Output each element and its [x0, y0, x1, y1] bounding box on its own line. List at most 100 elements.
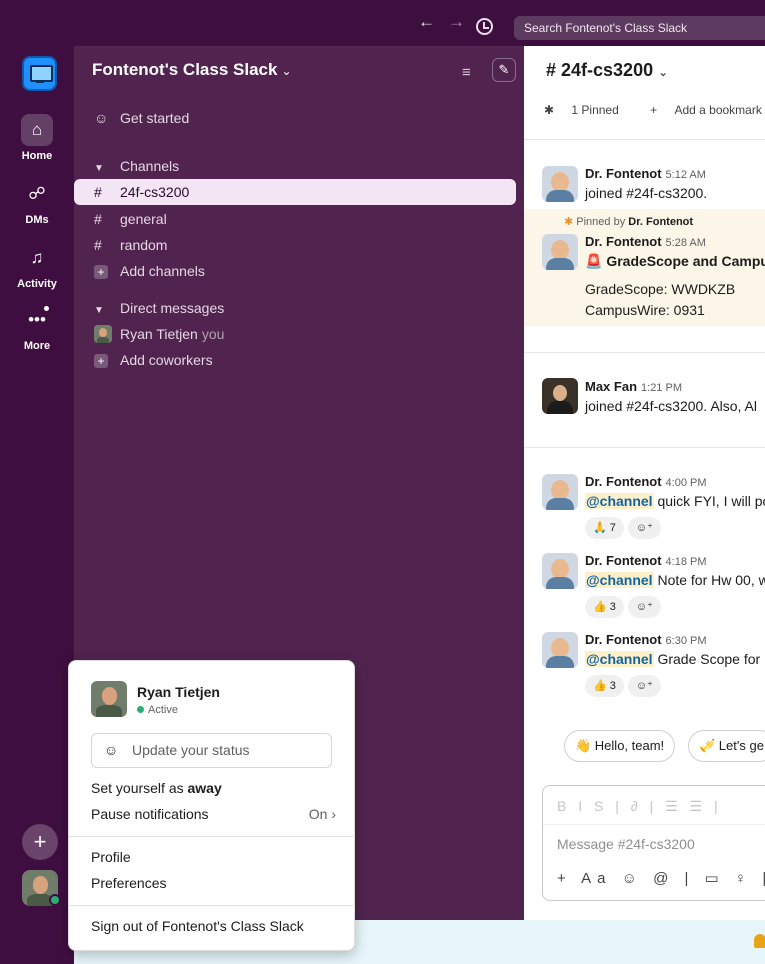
pinned-button[interactable]: ✱ 1 Pinned: [544, 103, 633, 117]
message-author: Dr. Fontenot 4:18 PM: [585, 553, 707, 568]
workspace-name: Fontenot's Class Slack: [92, 60, 278, 79]
avatar-image: [542, 553, 578, 589]
dm-user-label: Ryan Tietjen: [120, 326, 198, 342]
format-toolbar[interactable]: B I S | ∂ | ☰ ☰ |: [557, 798, 722, 815]
plus-icon: +: [650, 103, 661, 117]
plus-icon: +: [94, 354, 108, 368]
channel-item-random[interactable]: # random: [74, 232, 516, 258]
day-divider: [524, 447, 765, 448]
bell-icon[interactable]: [754, 934, 765, 948]
add-bookmark-button[interactable]: + Add a bookmark: [650, 103, 765, 117]
composer-tools[interactable]: + Aa ☺ @ | ▭ ♀ | [: [557, 869, 765, 887]
reaction-button[interactable]: 🙏 7: [585, 517, 624, 539]
avatar-image: [91, 681, 127, 717]
suggestion-chip-hello[interactable]: 👋 Hello, team!: [564, 730, 676, 762]
message-composer[interactable]: B I S | ∂ | ☰ ☰ | Message #24f-cs3200 + …: [542, 785, 765, 901]
avatar: [94, 325, 112, 343]
rail-dms[interactable]: ☍ DMs: [0, 178, 74, 226]
get-started-item[interactable]: ☺ Get started: [74, 105, 516, 131]
message-title: 🚨 GradeScope and Campus: [585, 253, 765, 270]
message-time: 6:30 PM: [665, 635, 707, 647]
avatar: [542, 166, 578, 202]
add-reaction-icon[interactable]: ☺⁺: [627, 517, 661, 539]
add-channels-button[interactable]: + Add channels: [74, 258, 516, 284]
forward-arrow-icon[interactable]: →: [448, 13, 465, 31]
message-body: Grade Scope for N: [657, 651, 765, 667]
suggestion-chip-lets-go[interactable]: 🎺 Let's ge: [688, 730, 765, 762]
user-menu-popover: Ryan Tietjen Active ☺ Update your status …: [68, 660, 355, 951]
avatar-image: [542, 378, 578, 414]
message-text: @channel Grade Scope for N: [585, 651, 765, 667]
back-arrow-icon[interactable]: ←: [418, 13, 435, 31]
sign-out-item[interactable]: Sign out of Fontenot's Class Slack: [91, 918, 336, 934]
message-author: Dr. Fontenot 5:12 AM: [585, 166, 706, 181]
reaction-button[interactable]: 👍 3: [585, 596, 624, 618]
rail-more[interactable]: ••• More: [0, 304, 74, 352]
history-clock-icon[interactable]: [476, 18, 493, 35]
channel-item-general[interactable]: # general: [74, 206, 516, 232]
dms-icon: ☍: [28, 184, 46, 203]
thumbs-up-icon: 👍: [593, 680, 607, 692]
workspace-logo-icon[interactable]: [22, 56, 57, 91]
smiley-icon: ☺: [94, 110, 109, 126]
compose-icon[interactable]: ✎: [492, 58, 516, 82]
pause-notifications-state: On ›: [308, 806, 336, 822]
menu-divider: [69, 836, 354, 837]
pause-notifications-item[interactable]: Pause notifications On ›: [91, 806, 336, 822]
avatar-image: [542, 166, 578, 202]
home-icon: ⌂: [21, 114, 53, 146]
hash-icon: #: [94, 211, 102, 227]
workspace-name-button[interactable]: Fontenot's Class Slack ⌄: [92, 60, 292, 80]
add-reaction-icon[interactable]: ☺⁺: [627, 675, 661, 697]
reaction-count: 3: [609, 680, 616, 692]
message-author: Dr. Fontenot 4:00 PM: [585, 474, 707, 489]
avatar: [542, 553, 578, 589]
reactions: 👍 3 ☺⁺: [585, 675, 665, 697]
channels-section-toggle[interactable]: ▼ Channels: [74, 153, 516, 179]
channel-mention[interactable]: @channel: [585, 493, 654, 509]
you-label: you: [201, 326, 225, 342]
message-time: 4:00 PM: [665, 477, 707, 489]
avatar-image: [542, 474, 578, 510]
author-name: Dr. Fontenot: [585, 166, 662, 181]
pause-notifications-label: Pause notifications: [91, 806, 209, 822]
reactions: 🙏 7 ☺⁺: [585, 517, 665, 539]
message-body: quick FYI, I will po: [657, 493, 765, 509]
add-coworkers-label: Add coworkers: [120, 352, 213, 368]
add-workspace-button[interactable]: +: [22, 824, 58, 860]
set-away-item[interactable]: Set yourself as away: [91, 780, 336, 796]
thumbs-up-icon: 👍: [593, 601, 607, 613]
pin-icon: ✱: [564, 216, 577, 228]
avatar: [542, 632, 578, 668]
message-author: Max Fan 1:21 PM: [585, 379, 682, 394]
rail-activity[interactable]: ♫ Activity: [0, 242, 74, 290]
message-text: @channel quick FYI, I will po: [585, 493, 765, 509]
avatar: [542, 474, 578, 510]
channel-item-24f-cs3200[interactable]: #24f-cs3200: [74, 179, 516, 205]
channel-title-button[interactable]: # 24f-cs3200 ⌄: [546, 60, 668, 81]
rail-home[interactable]: ⌂ Home: [0, 114, 74, 162]
message-author: Dr. Fontenot 5:28 AM: [585, 234, 706, 249]
message-text: CampusWire: 0931: [585, 302, 705, 318]
hash-icon: #: [94, 184, 102, 200]
preferences-item[interactable]: Preferences: [91, 875, 336, 891]
author-name: Dr. Fontenot: [585, 632, 662, 647]
author-name: Dr. Fontenot: [585, 234, 662, 249]
channel-mention[interactable]: @channel: [585, 572, 654, 588]
update-status-input[interactable]: ☺ Update your status: [91, 733, 332, 768]
channel-label: random: [120, 237, 168, 253]
message-input[interactable]: Message #24f-cs3200: [557, 836, 695, 852]
add-reaction-icon[interactable]: ☺⁺: [627, 596, 661, 618]
search-input[interactable]: Search Fontenot's Class Slack: [514, 16, 765, 40]
reactions: 👍 3 ☺⁺: [585, 596, 665, 618]
add-coworkers-button[interactable]: + Add coworkers: [74, 347, 516, 373]
author-name: Dr. Fontenot: [585, 553, 662, 568]
dm-item-ryan-tietjen[interactable]: Ryan Tietjen you: [74, 321, 516, 347]
profile-item[interactable]: Profile: [91, 849, 336, 865]
filter-icon[interactable]: ≡: [462, 64, 471, 81]
channel-mention[interactable]: @channel: [585, 651, 654, 667]
dm-section-toggle[interactable]: ▼ Direct messages: [74, 295, 516, 321]
reaction-count: 3: [609, 601, 616, 613]
channel-label: 24f-cs3200: [120, 184, 190, 200]
reaction-button[interactable]: 👍 3: [585, 675, 624, 697]
